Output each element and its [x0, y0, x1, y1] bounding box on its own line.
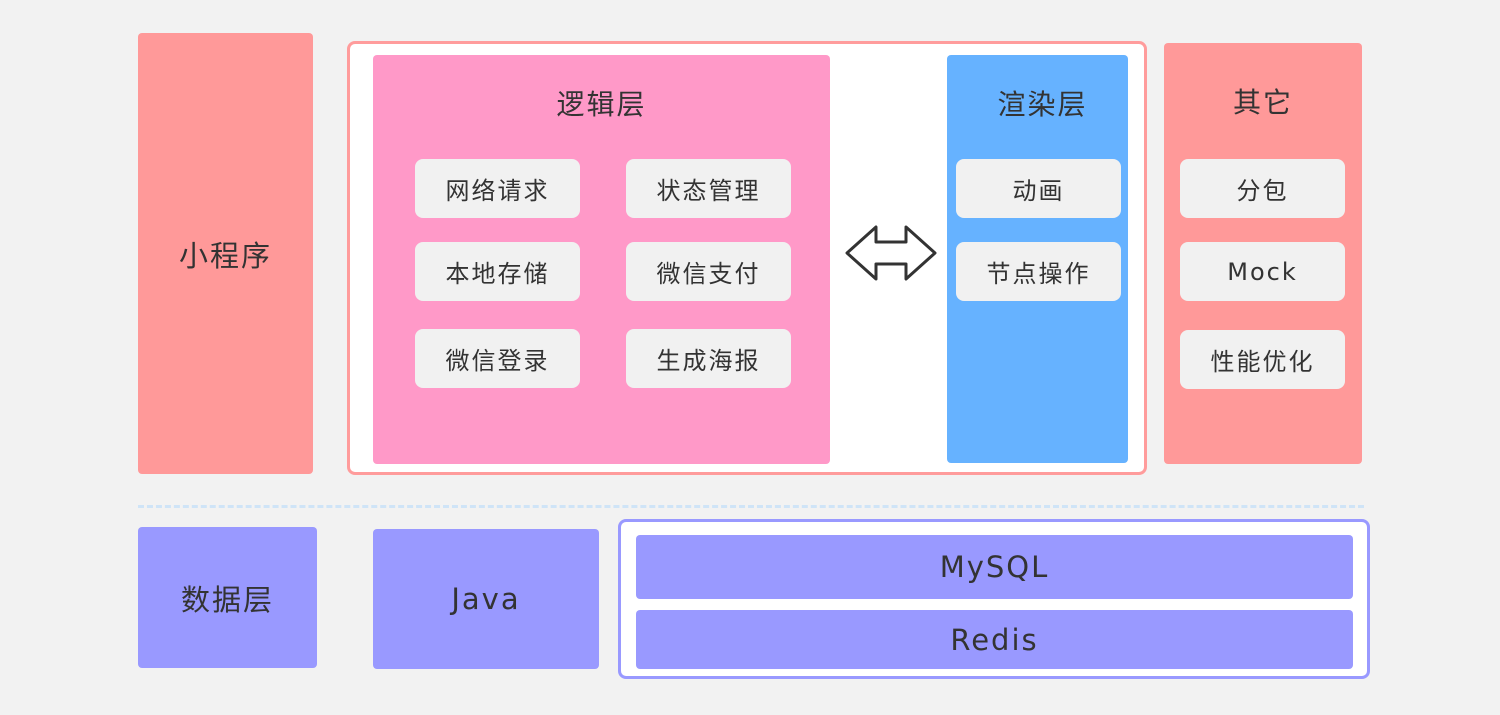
render-item-animation: 动画: [956, 159, 1121, 218]
java-label: Java: [451, 582, 521, 616]
redis-block: Redis: [636, 610, 1353, 669]
data-layer-block: 数据层: [138, 527, 317, 668]
render-item-node-operation: 节点操作: [956, 242, 1121, 301]
mini-program-block: 小程序: [138, 33, 313, 474]
data-layer-label: 数据层: [180, 582, 274, 617]
other-title: 其它: [1232, 86, 1293, 119]
render-layer-title: 渲染层: [997, 88, 1088, 121]
logic-item-network-request: 网络请求: [415, 159, 580, 218]
logic-layer-block: 逻辑层 网络请求 状态管理 本地存储 微信支付 微信登录 生成海报: [373, 55, 830, 464]
other-item-performance: 性能优化: [1180, 330, 1345, 389]
mysql-label: MySQL: [939, 550, 1050, 584]
layer-divider: [138, 505, 1364, 508]
logic-item-state-management: 状态管理: [626, 159, 791, 218]
double-arrow-icon: [843, 222, 939, 284]
mysql-block: MySQL: [636, 535, 1353, 599]
logic-layer-title: 逻辑层: [556, 88, 647, 121]
other-item-mock: Mock: [1180, 242, 1345, 301]
mini-program-label: 小程序: [178, 238, 272, 273]
logic-item-generate-poster: 生成海报: [626, 329, 791, 388]
logic-item-local-storage: 本地存储: [415, 242, 580, 301]
redis-label: Redis: [950, 622, 1039, 657]
logic-item-wechat-pay: 微信支付: [626, 242, 791, 301]
render-layer-block: 渲染层 动画 节点操作: [947, 55, 1128, 463]
logic-item-wechat-login: 微信登录: [415, 329, 580, 388]
other-block: 其它 分包 Mock 性能优化: [1164, 43, 1362, 464]
java-block: Java: [373, 529, 599, 669]
other-item-subpackage: 分包: [1180, 159, 1345, 218]
